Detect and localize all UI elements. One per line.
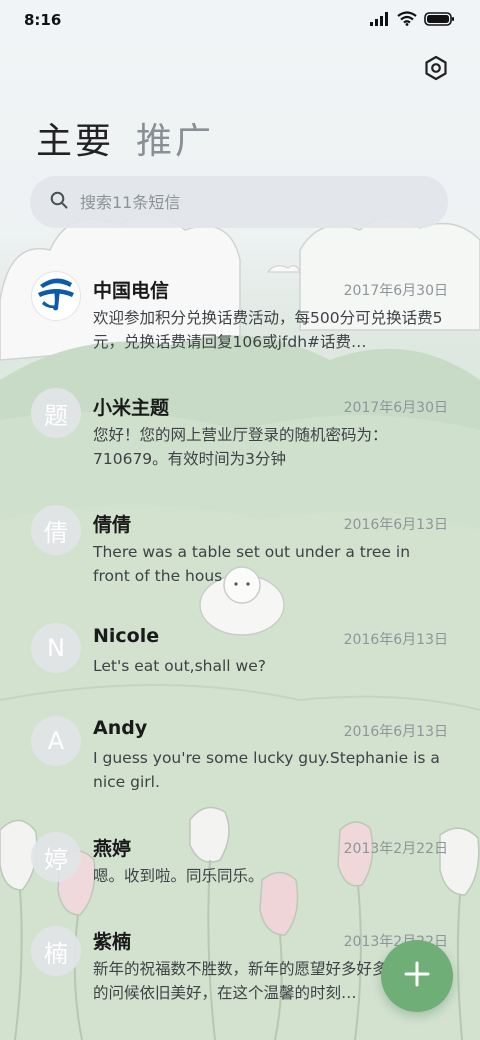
conversation-row[interactable]: 中国电信 2017年6月30日 欢迎参加积分兑换话费活动，每500分可兑换话费5… bbox=[0, 263, 480, 363]
status-icons bbox=[370, 10, 454, 30]
tab-primary[interactable]: 主要 bbox=[36, 112, 114, 164]
contact-name: 倩倩 bbox=[93, 514, 132, 536]
avatar: N bbox=[31, 623, 81, 673]
message-preview: Let's eat out,shall we? bbox=[93, 657, 266, 675]
plus-icon bbox=[403, 960, 431, 992]
search-icon bbox=[50, 191, 68, 213]
wifi-icon bbox=[397, 10, 417, 30]
search-bar[interactable] bbox=[30, 176, 448, 228]
conversation-row[interactable]: 题 小米主题 2017年6月30日 您好！您的网上营业厅登录的随机密码为：710… bbox=[0, 385, 480, 485]
message-date: 2013年2月22日 bbox=[343, 841, 448, 857]
conversation-row[interactable]: 倩 倩倩 2016年6月13日 There was a table set ou… bbox=[0, 502, 480, 602]
signal-icon bbox=[370, 11, 390, 30]
message-date: 2016年6月13日 bbox=[343, 517, 448, 533]
contact-name: Andy bbox=[93, 717, 148, 739]
new-message-button[interactable] bbox=[381, 940, 453, 1012]
tab-bar: 主要 推广 bbox=[36, 112, 214, 164]
clock: 8:16 bbox=[24, 11, 62, 29]
tab-promotions[interactable]: 推广 bbox=[136, 112, 214, 164]
contact-name: 燕婷 bbox=[93, 838, 132, 860]
avatar: A bbox=[31, 716, 81, 766]
status-bar: 8:16 bbox=[0, 0, 480, 40]
contact-name: 中国电信 bbox=[93, 280, 170, 302]
battery-icon bbox=[424, 11, 454, 30]
message-date: 2017年6月30日 bbox=[343, 283, 448, 299]
message-preview: I guess you're some lucky guy.Stephanie … bbox=[93, 749, 440, 791]
avatar bbox=[31, 271, 81, 321]
contact-name: Nicole bbox=[93, 625, 160, 647]
avatar: 倩 bbox=[31, 505, 81, 555]
message-preview: 您好！您的网上营业厅登录的随机密码为：710679。有效时间为3分钟 bbox=[93, 426, 388, 468]
china-telecom-logo-icon bbox=[34, 271, 78, 321]
avatar: 婷 bbox=[31, 832, 81, 882]
conversation-row[interactable]: 婷 燕婷 2013年2月22日 嗯。收到啦。同乐同乐。 bbox=[0, 829, 480, 929]
contact-name: 小米主题 bbox=[93, 397, 170, 419]
message-date: 2017年6月30日 bbox=[343, 400, 448, 416]
settings-icon bbox=[423, 55, 449, 85]
conversation-row[interactable]: A Andy 2016年6月13日 I guess you're some lu… bbox=[0, 713, 480, 813]
contact-name: 紫楠 bbox=[93, 931, 132, 953]
avatar: 楠 bbox=[31, 926, 81, 976]
message-preview: 欢迎参加积分兑换话费活动，每500分可兑换话费5元，兑换话费请回复106或jfd… bbox=[93, 309, 443, 351]
message-preview: There was a table set out under a tree i… bbox=[93, 543, 411, 585]
message-preview: 嗯。收到啦。同乐同乐。 bbox=[93, 867, 264, 885]
conversation-row[interactable]: N Nicole 2016年6月13日 Let's eat out,shall … bbox=[0, 620, 480, 720]
message-date: 2016年6月13日 bbox=[343, 632, 448, 648]
settings-button[interactable] bbox=[420, 54, 452, 86]
avatar: 题 bbox=[31, 388, 81, 438]
search-input[interactable] bbox=[80, 192, 400, 212]
message-date: 2016年6月13日 bbox=[343, 724, 448, 740]
